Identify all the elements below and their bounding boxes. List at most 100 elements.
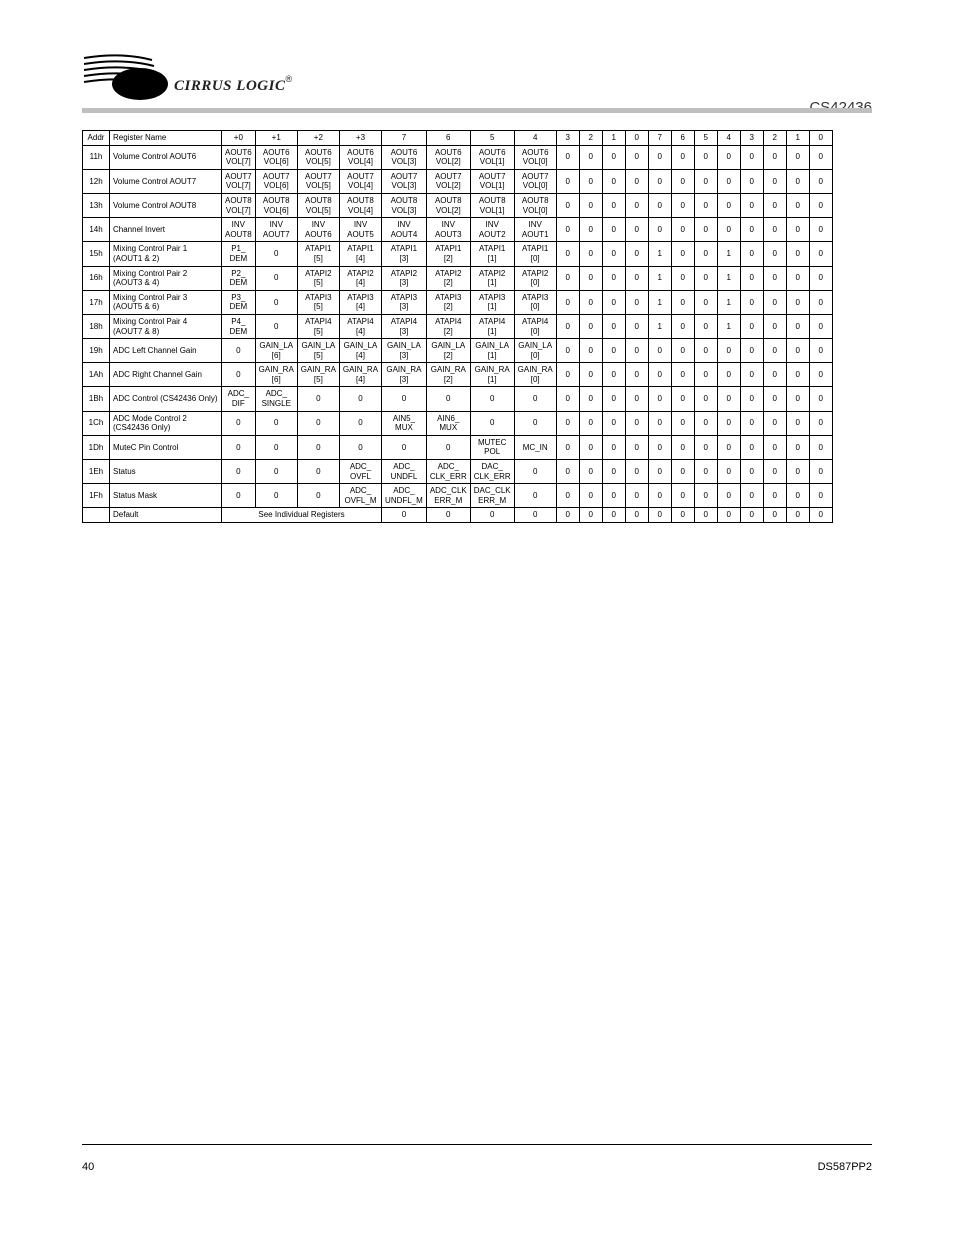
table-cell: 0 xyxy=(717,435,740,459)
table-cell: INV AOUT8 xyxy=(222,218,256,242)
table-cell: 0 xyxy=(579,242,602,266)
table-cell: 0 xyxy=(694,242,717,266)
table-row: 17hMixing Control Pair 3 (AOUT5 & 6)P3_ … xyxy=(83,290,833,314)
table-cell: 0 xyxy=(717,411,740,435)
table-cell: 0 xyxy=(514,484,556,508)
table-cell: 0 xyxy=(786,242,809,266)
table-cell: 0 xyxy=(556,242,579,266)
table-cell: ATAPI4 [3] xyxy=(382,314,427,338)
table-cell: ATAPI2 [2] xyxy=(426,266,470,290)
table-row: 16hMixing Control Pair 2 (AOUT3 & 4)P2_ … xyxy=(83,266,833,290)
table-cell: 0 xyxy=(602,218,625,242)
table-row: 18hMixing Control Pair 4 (AOUT7 & 8)P4_ … xyxy=(83,314,833,338)
table-cell: INV AOUT2 xyxy=(470,218,514,242)
table-cell: P1_ DEM xyxy=(222,242,256,266)
table-cell: ADC_ SINGLE xyxy=(255,387,297,411)
table-cell: 0 xyxy=(809,169,832,193)
table-cell: ATAPI1 [3] xyxy=(382,242,427,266)
table-cell: 15h xyxy=(83,242,110,266)
table-cell: 0 xyxy=(602,145,625,169)
table-cell: P3_ DEM xyxy=(222,290,256,314)
table-cell: 0 xyxy=(694,460,717,484)
table-cell: 0 xyxy=(556,435,579,459)
table-cell: GAIN_LA [6] xyxy=(255,339,297,363)
table-cell: 0 xyxy=(556,266,579,290)
table-cell: 0 xyxy=(382,508,427,523)
table-cell: AOUT7 VOL[0] xyxy=(514,169,556,193)
brand-logo: CIRRUS LOGIC® xyxy=(82,40,312,100)
table-cell: 0 xyxy=(671,242,694,266)
table-cell: 0 xyxy=(717,387,740,411)
table-cell: DAC_ CLK_ERR xyxy=(470,460,514,484)
table-cell: AOUT7 VOL[1] xyxy=(470,169,514,193)
table-cell: AOUT7 VOL[3] xyxy=(382,169,427,193)
table-cell: 14h xyxy=(83,218,110,242)
table-cell: 0 xyxy=(740,169,763,193)
table-cell: 0 xyxy=(694,484,717,508)
table-cell: AOUT6 VOL[1] xyxy=(470,145,514,169)
table-cell: AOUT6 VOL[0] xyxy=(514,145,556,169)
table-cell: INV AOUT7 xyxy=(255,218,297,242)
table-cell: 0 xyxy=(222,460,256,484)
table-cell: 0 xyxy=(694,411,717,435)
col-header: 6 xyxy=(671,131,694,146)
table-row: 1DhMuteC Pin Control000000MUTEC POLMC_IN… xyxy=(83,435,833,459)
table-cell: 0 xyxy=(255,242,297,266)
table-cell: 0 xyxy=(809,193,832,217)
table-cell: 0 xyxy=(556,411,579,435)
table-cell: 0 xyxy=(222,435,256,459)
table-cell: AOUT8 VOL[4] xyxy=(339,193,381,217)
table-cell: 0 xyxy=(602,169,625,193)
table-cell: 0 xyxy=(740,363,763,387)
table-cell: AOUT8 VOL[3] xyxy=(382,193,427,217)
col-header: +0 xyxy=(222,131,256,146)
col-header: 0 xyxy=(809,131,832,146)
table-cell: 0 xyxy=(556,363,579,387)
table-cell: 0 xyxy=(602,339,625,363)
table-cell: 0 xyxy=(809,314,832,338)
table-cell: ADC_ UNDFL_M xyxy=(382,484,427,508)
table-cell: 1Fh xyxy=(83,484,110,508)
table-cell: 0 xyxy=(740,314,763,338)
table-cell: 0 xyxy=(625,460,648,484)
table-cell: 0 xyxy=(763,290,786,314)
table-cell: 0 xyxy=(255,435,297,459)
table-cell: GAIN_RA [1] xyxy=(470,363,514,387)
table-cell: 0 xyxy=(694,363,717,387)
table-cell: 0 xyxy=(671,387,694,411)
table-row: 15hMixing Control Pair 1 (AOUT1 & 2)P1_ … xyxy=(83,242,833,266)
logo-mark xyxy=(82,50,168,100)
table-cell: AIN6_ MUX xyxy=(426,411,470,435)
table-cell: 0 xyxy=(297,387,339,411)
table-cell: 0 xyxy=(556,339,579,363)
table-cell: 0 xyxy=(763,314,786,338)
table-cell: 0 xyxy=(579,169,602,193)
table-cell: 0 xyxy=(602,508,625,523)
table-cell: 0 xyxy=(602,266,625,290)
table-cell: 0 xyxy=(297,411,339,435)
table-cell: 0 xyxy=(717,508,740,523)
col-header: 5 xyxy=(470,131,514,146)
table-cell: 0 xyxy=(694,339,717,363)
table-cell: 0 xyxy=(255,266,297,290)
table-cell: 0 xyxy=(602,193,625,217)
table-cell: ATAPI4 [2] xyxy=(426,314,470,338)
table-cell: P4_ DEM xyxy=(222,314,256,338)
table-cell: 0 xyxy=(602,411,625,435)
table-cell: 0 xyxy=(671,363,694,387)
table-cell: 0 xyxy=(625,290,648,314)
table-cell: 0 xyxy=(579,193,602,217)
table-cell: Default xyxy=(110,508,222,523)
col-header: 4 xyxy=(514,131,556,146)
table-cell: 0 xyxy=(579,266,602,290)
table-cell: 0 xyxy=(740,339,763,363)
table-cell: AOUT7 VOL[4] xyxy=(339,169,381,193)
table-cell: 0 xyxy=(382,435,427,459)
table-cell: ATAPI1 [2] xyxy=(426,242,470,266)
table-cell: 0 xyxy=(426,435,470,459)
table-cell: 0 xyxy=(648,169,671,193)
register-table: AddrRegister Name+0+1+2+3765432107654321… xyxy=(82,130,833,523)
table-cell: 0 xyxy=(625,387,648,411)
col-header: Addr xyxy=(83,131,110,146)
table-cell: ATAPI1 [5] xyxy=(297,242,339,266)
